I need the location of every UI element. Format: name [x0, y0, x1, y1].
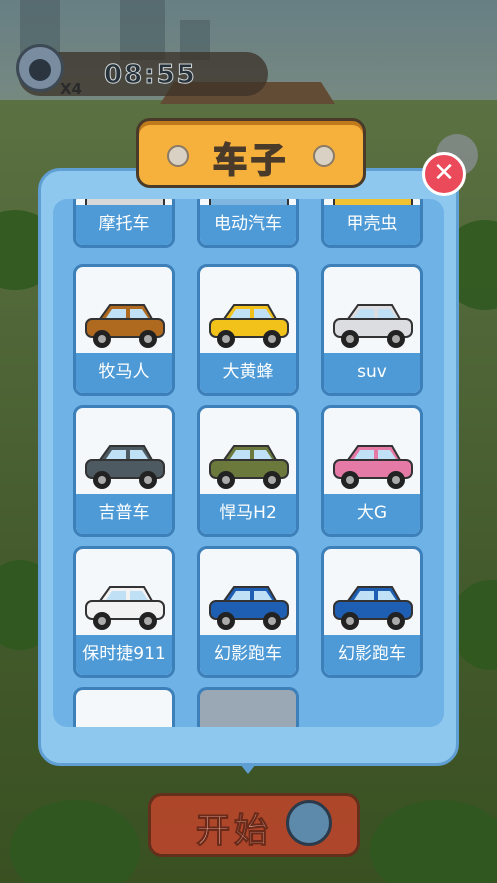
car-label: 大G	[324, 494, 420, 534]
panel-pointer	[240, 764, 256, 774]
car-card[interactable]: 吉普车	[73, 405, 175, 537]
car-card[interactable]: suv	[321, 264, 423, 396]
car-card[interactable]	[73, 687, 175, 727]
panel-title: 车子	[212, 140, 289, 182]
wrangler-icon	[82, 301, 168, 351]
car-card[interactable]: 牧马人	[73, 264, 175, 396]
car-card[interactable]: 大G	[321, 405, 423, 537]
car-card[interactable]: 保时捷911	[73, 546, 175, 678]
sports-car-icon	[330, 583, 416, 633]
car-card[interactable]: 大黄蜂	[197, 264, 299, 396]
suv-icon	[330, 301, 416, 351]
bumblebee-icon	[206, 301, 292, 351]
close-button[interactable]: ✕	[422, 152, 466, 196]
locked-car-card[interactable]	[197, 687, 299, 727]
hummer-icon	[206, 442, 292, 492]
porsche-icon	[82, 583, 168, 633]
bomb-icon	[286, 800, 332, 846]
bomb-count: X4	[60, 80, 83, 98]
car-label: 幻影跑车	[200, 635, 296, 675]
car-label: 摩托车	[76, 205, 172, 245]
car-label: 吉普车	[76, 494, 172, 534]
sports-car-icon	[206, 583, 292, 633]
panel-title-banner: 车子	[136, 118, 366, 188]
start-button-label[interactable]: 开始	[196, 803, 272, 852]
car-grid[interactable]: 摩托车 电动汽车 甲壳虫牧马人 大黄蜂 suv 吉普车 悍马H2 大G 保时捷911 幻影跑车 幻影…	[53, 199, 444, 727]
car-label: 幻影跑车	[324, 635, 420, 675]
car-label: 保时捷911	[76, 635, 172, 675]
car-card[interactable]: 电动汽车	[197, 199, 299, 248]
car-card[interactable]: 幻影跑车	[321, 546, 423, 678]
car-select-panel: 摩托车 电动汽车 甲壳虫牧马人 大黄蜂 suv 吉普车 悍马H2 大G 保时捷911 幻影跑车 幻影…	[38, 168, 459, 766]
car-label: 牧马人	[76, 353, 172, 393]
car-label: 悍马H2	[200, 494, 296, 534]
car-card[interactable]: 幻影跑车	[197, 546, 299, 678]
car-label: 电动汽车	[200, 205, 296, 245]
bomb-icon	[16, 44, 64, 92]
car-card[interactable]: 悍马H2	[197, 405, 299, 537]
timer: 08:55	[104, 60, 197, 91]
car-card[interactable]: 摩托车	[73, 199, 175, 248]
car-label: suv	[324, 353, 420, 393]
car-label: 甲壳虫	[324, 205, 420, 245]
car-card[interactable]: 甲壳虫	[321, 199, 423, 248]
g-class-icon	[330, 442, 416, 492]
car-label: 大黄蜂	[200, 353, 296, 393]
jeep-icon	[82, 442, 168, 492]
